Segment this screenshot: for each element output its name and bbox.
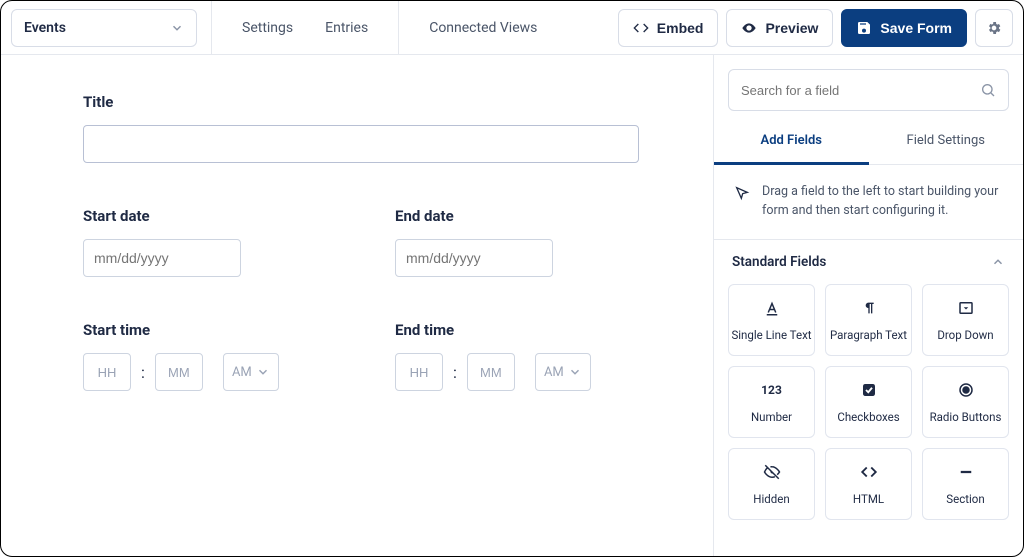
form-selector-label: Events [24, 20, 66, 36]
divider [211, 1, 212, 55]
field-section[interactable]: Section [922, 448, 1009, 520]
start-ampm-select[interactable]: AM [223, 353, 279, 391]
field-html[interactable]: HTML [825, 448, 912, 520]
field-search-input[interactable] [741, 83, 972, 98]
number-icon: 123 [762, 380, 782, 400]
field-label: Title [83, 93, 665, 111]
save-icon [856, 20, 872, 36]
field-start-time[interactable]: Start time : AM [83, 321, 339, 391]
tab-add-fields[interactable]: Add Fields [714, 119, 869, 165]
drag-hint: Drag a field to the left to start buildi… [714, 165, 1023, 240]
field-checkboxes[interactable]: Checkboxes [825, 366, 912, 438]
start-minute-input[interactable] [155, 353, 203, 391]
time-separator: : [141, 363, 145, 382]
end-ampm-select[interactable]: AM [535, 353, 591, 391]
field-grid: Single Line Text Paragraph Text Drop Dow… [714, 284, 1023, 534]
pilcrow-icon [859, 298, 879, 318]
chevron-down-icon [568, 365, 582, 379]
field-title[interactable]: Title [83, 93, 665, 163]
tab-settings[interactable]: Settings [226, 1, 309, 55]
field-label: End date [395, 207, 651, 225]
field-drop-down[interactable]: Drop Down [922, 284, 1009, 356]
time-separator: : [453, 363, 457, 382]
field-number[interactable]: 123 Number [728, 366, 815, 438]
eye-off-icon [762, 462, 782, 482]
field-single-line-text[interactable]: Single Line Text [728, 284, 815, 356]
side-panel: Add Fields Field Settings Drag a field t… [713, 55, 1023, 556]
field-hidden[interactable]: Hidden [728, 448, 815, 520]
end-hour-input[interactable] [395, 353, 443, 391]
field-start-date[interactable]: Start date [83, 207, 339, 277]
minus-icon [956, 462, 976, 482]
start-date-input[interactable] [83, 239, 241, 277]
end-minute-input[interactable] [467, 353, 515, 391]
code-icon [633, 20, 649, 36]
divider [398, 1, 399, 55]
side-tabs: Add Fields Field Settings [714, 119, 1023, 165]
field-label: Start time [83, 321, 339, 339]
topbar: Events Settings Entries Connected Views … [1, 1, 1023, 55]
field-label: End time [395, 321, 651, 339]
hint-text: Drag a field to the left to start buildi… [762, 183, 1003, 221]
code-icon [859, 462, 879, 482]
form-selector-dropdown[interactable]: Events [11, 9, 197, 47]
chevron-down-icon [256, 365, 270, 379]
preview-button[interactable]: Preview [726, 9, 833, 47]
field-paragraph-text[interactable]: Paragraph Text [825, 284, 912, 356]
eye-icon [741, 20, 757, 36]
form-canvas: Title Start date End date Start time [1, 55, 713, 556]
radio-icon [956, 380, 976, 400]
top-tabs: Settings Entries [226, 1, 384, 55]
tab-field-settings[interactable]: Field Settings [869, 119, 1024, 165]
tab-connected-views[interactable]: Connected Views [413, 1, 553, 55]
field-end-time[interactable]: End time : AM [395, 321, 651, 391]
text-a-icon [762, 298, 782, 318]
checkbox-icon [859, 380, 879, 400]
title-input[interactable] [83, 125, 639, 163]
field-end-date[interactable]: End date [395, 207, 651, 277]
dropdown-icon [956, 298, 976, 318]
start-hour-input[interactable] [83, 353, 131, 391]
gear-icon [986, 20, 1002, 36]
cursor-icon [734, 185, 750, 201]
chevron-down-icon [170, 21, 184, 35]
save-form-button[interactable]: Save Form [841, 9, 967, 47]
field-search[interactable] [728, 69, 1009, 111]
form-settings-gear-button[interactable] [975, 9, 1013, 47]
group-standard-fields[interactable]: Standard Fields [714, 240, 1023, 284]
end-date-input[interactable] [395, 239, 553, 277]
chevron-up-icon [991, 255, 1005, 269]
search-icon [980, 82, 996, 98]
tab-entries[interactable]: Entries [309, 1, 384, 55]
field-label: Start date [83, 207, 339, 225]
embed-button[interactable]: Embed [618, 9, 719, 47]
field-radio-buttons[interactable]: Radio Buttons [922, 366, 1009, 438]
